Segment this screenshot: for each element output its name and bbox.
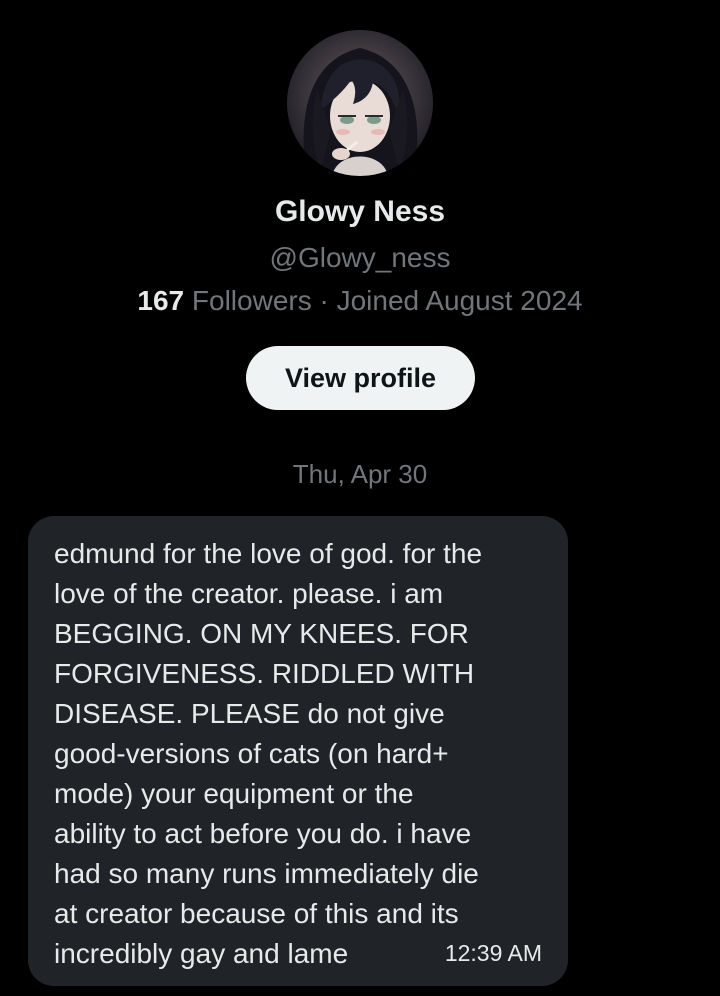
- message-text: edmund for the love of god. for the love…: [54, 538, 483, 969]
- display-name: Glowy Ness: [274, 195, 446, 228]
- meta-separator: ·: [319, 285, 329, 316]
- profile-meta: 167 Followers · Joined August 2024: [0, 282, 720, 320]
- joined-date: Joined August 2024: [336, 285, 583, 316]
- avatar[interactable]: [287, 30, 433, 176]
- avatar-image: [287, 30, 433, 176]
- message-bubble[interactable]: edmund for the love of god. for the love…: [28, 516, 568, 986]
- date-separator: Thu, Apr 30: [292, 459, 428, 489]
- followers-count: 167: [137, 285, 185, 316]
- message-timestamp: 12:39 AM: [444, 940, 542, 966]
- user-handle: @Glowy_ness: [269, 242, 451, 273]
- view-profile-button[interactable]: View profile: [246, 346, 475, 410]
- followers-label: Followers: [191, 285, 312, 316]
